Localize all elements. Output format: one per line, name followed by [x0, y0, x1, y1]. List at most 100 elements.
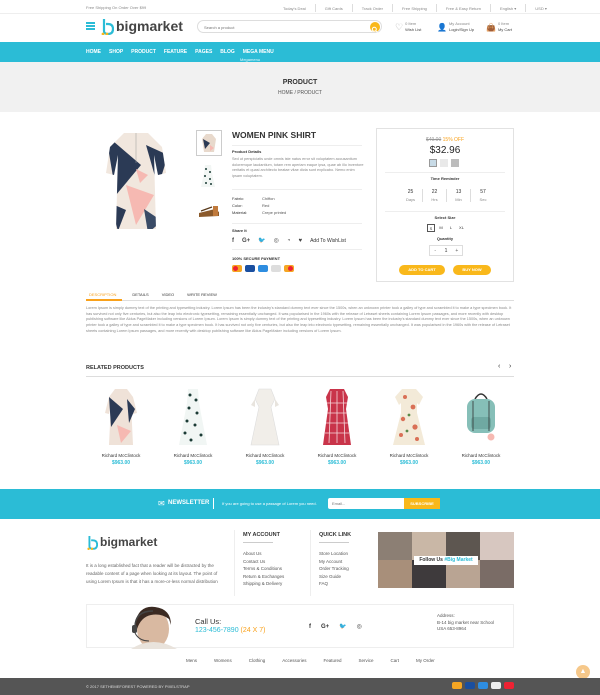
- copyright-bar: © 2017 SETHEMEFOREST POWERED BY PIXELSTR…: [0, 678, 600, 695]
- wishlist-link[interactable]: ♡ 0 Item Wish List: [395, 21, 421, 33]
- tab-description[interactable]: DESCRIPTION: [86, 292, 119, 297]
- product-card[interactable]: Richard McClintock $963.00: [89, 383, 153, 475]
- spec-label: Fabric:: [232, 196, 245, 201]
- topbar-link-gift[interactable]: Gift Cards: [325, 6, 343, 11]
- page-banner: PRODUCT HOME / PRODUCT: [0, 62, 600, 112]
- tab-write-review[interactable]: WRITE REVIEW: [187, 292, 217, 297]
- product-card[interactable]: Richard McClintock $963.00: [161, 383, 225, 475]
- product-card[interactable]: Richard McClintock $963.00: [305, 383, 369, 475]
- instagram-grid[interactable]: Follow Us #Big Market: [378, 532, 514, 588]
- footer-bottom-link[interactable]: Clothing: [249, 658, 266, 663]
- logo[interactable]: [100, 17, 115, 40]
- mastercard-icon: [232, 265, 242, 272]
- size-option-xl[interactable]: XL: [457, 224, 466, 232]
- nav-megamenu[interactable]: MEGA MENU: [243, 49, 274, 55]
- footer-bottom-link[interactable]: My Order: [416, 658, 435, 663]
- topbar-link-return[interactable]: Free & Easy Return: [446, 6, 481, 11]
- thumbnail-1[interactable]: [196, 130, 222, 156]
- newsletter-email-input[interactable]: [332, 500, 402, 507]
- prev-arrow-icon[interactable]: ‹: [498, 363, 500, 370]
- currency-select[interactable]: USD ▾: [535, 6, 547, 11]
- footer-bottom-link[interactable]: Accessories: [282, 658, 306, 663]
- footer-link[interactable]: Shipping & Delivery: [243, 580, 284, 588]
- footer-link[interactable]: My Account: [319, 558, 349, 566]
- nav-blog[interactable]: BLOG: [220, 49, 234, 55]
- product-image: [179, 389, 207, 445]
- nav-home[interactable]: HOME: [86, 49, 101, 55]
- nav-product[interactable]: PRODUCT: [131, 49, 156, 55]
- topbar-link-shipping[interactable]: Free Shipping: [402, 6, 427, 11]
- tab-details[interactable]: DETAILS: [132, 292, 148, 297]
- size-option-m[interactable]: M: [437, 224, 445, 232]
- footer-link[interactable]: Order Tracking: [319, 565, 349, 573]
- hamburger-icon[interactable]: [86, 22, 95, 30]
- facebook-icon[interactable]: f: [232, 238, 234, 244]
- footer-bottom-link[interactable]: Featured: [323, 658, 341, 663]
- footer-link[interactable]: About Us: [243, 550, 284, 558]
- nav-shop[interactable]: SHOP: [109, 49, 123, 55]
- color-swatch-blue[interactable]: [429, 159, 437, 167]
- topbar-link-deal[interactable]: Today's Deal: [283, 6, 306, 11]
- size-option-l[interactable]: L: [447, 224, 455, 232]
- footer-link[interactable]: Return & Exchanges: [243, 573, 284, 581]
- quantity-increase-button[interactable]: +: [452, 248, 462, 254]
- footer-bottom-link[interactable]: Service: [359, 658, 374, 663]
- size-option-s[interactable]: S: [427, 224, 435, 232]
- product-name[interactable]: Richard McClintock: [161, 453, 225, 458]
- phone-number[interactable]: 123-456-7890: [195, 627, 239, 634]
- google-plus-icon[interactable]: G+: [321, 624, 329, 630]
- color-swatch-white[interactable]: [440, 159, 448, 167]
- footer-bottom-link[interactable]: Mens: [186, 658, 197, 663]
- product-name[interactable]: Richard McClintock: [233, 453, 297, 458]
- topbar-link-track[interactable]: Track Order: [362, 6, 383, 11]
- product-card[interactable]: Richard McClintock $963.00: [377, 383, 441, 475]
- nav-feature[interactable]: FEATURE: [164, 49, 187, 55]
- search-button[interactable]: [370, 22, 380, 33]
- instagram-icon[interactable]: ◎: [357, 623, 362, 630]
- back-to-top-button[interactable]: ▲: [576, 665, 590, 679]
- share-label: Share It: [232, 228, 247, 233]
- wishlist-heart-icon[interactable]: ♥: [299, 238, 303, 244]
- footer-link[interactable]: Store Location: [319, 550, 349, 558]
- language-select[interactable]: English ▾: [500, 6, 516, 11]
- facebook-icon[interactable]: f: [309, 624, 311, 630]
- rss-icon[interactable]: ◔: [287, 238, 291, 244]
- footer-link[interactable]: FAQ: [319, 580, 349, 588]
- product-card[interactable]: Richard McClintock $963.00: [233, 383, 297, 475]
- footer-link[interactable]: Size Guide: [319, 573, 349, 581]
- next-arrow-icon[interactable]: ›: [509, 363, 511, 370]
- color-swatch-gray[interactable]: [451, 159, 459, 167]
- product-name[interactable]: Richard McClintock: [305, 453, 369, 458]
- footer-bottom-link[interactable]: Cart: [391, 658, 400, 663]
- search-bar[interactable]: [197, 20, 382, 33]
- add-to-wishlist-link[interactable]: Add To WishList: [310, 238, 346, 244]
- footer-link[interactable]: Terms & Conditions: [243, 565, 284, 573]
- twitter-icon[interactable]: 🐦: [339, 623, 346, 630]
- product-image: [105, 389, 137, 445]
- product-image: [250, 388, 280, 446]
- instagram-icon[interactable]: ◎: [274, 237, 279, 244]
- product-card[interactable]: Richard McClintock $963.00: [449, 383, 513, 475]
- account-link[interactable]: 👤 My Account Login/Sign Up: [437, 21, 474, 33]
- thumbnail-3[interactable]: [196, 196, 222, 222]
- buy-now-button[interactable]: BUY NOW: [453, 265, 491, 275]
- nav-pages[interactable]: PAGES: [195, 49, 212, 55]
- quantity-value[interactable]: 1: [440, 248, 451, 254]
- product-name[interactable]: Richard McClintock: [377, 453, 441, 458]
- quantity-decrease-button[interactable]: -: [430, 248, 440, 254]
- twitter-icon[interactable]: 🐦: [258, 237, 265, 244]
- footer-bottom-link[interactable]: Womens: [214, 658, 232, 663]
- main-product-image[interactable]: [96, 125, 176, 235]
- google-plus-icon[interactable]: G+: [242, 238, 250, 244]
- add-to-cart-button[interactable]: ADD TO CART: [399, 265, 445, 275]
- product-name[interactable]: Richard McClintock: [449, 453, 513, 458]
- tab-video[interactable]: VIDEO: [162, 292, 174, 297]
- thumbnail-2[interactable]: [196, 163, 222, 189]
- footer-logo[interactable]: [86, 534, 99, 555]
- subscribe-button[interactable]: SUBSCRIBE: [404, 498, 440, 509]
- product-name[interactable]: Richard McClintock: [89, 453, 153, 458]
- footer-link[interactable]: Contact Us: [243, 558, 284, 566]
- breadcrumb-home[interactable]: HOME: [278, 90, 293, 96]
- cart-link[interactable]: 👜 0 Item My Cart: [486, 21, 512, 33]
- search-input[interactable]: [204, 23, 364, 31]
